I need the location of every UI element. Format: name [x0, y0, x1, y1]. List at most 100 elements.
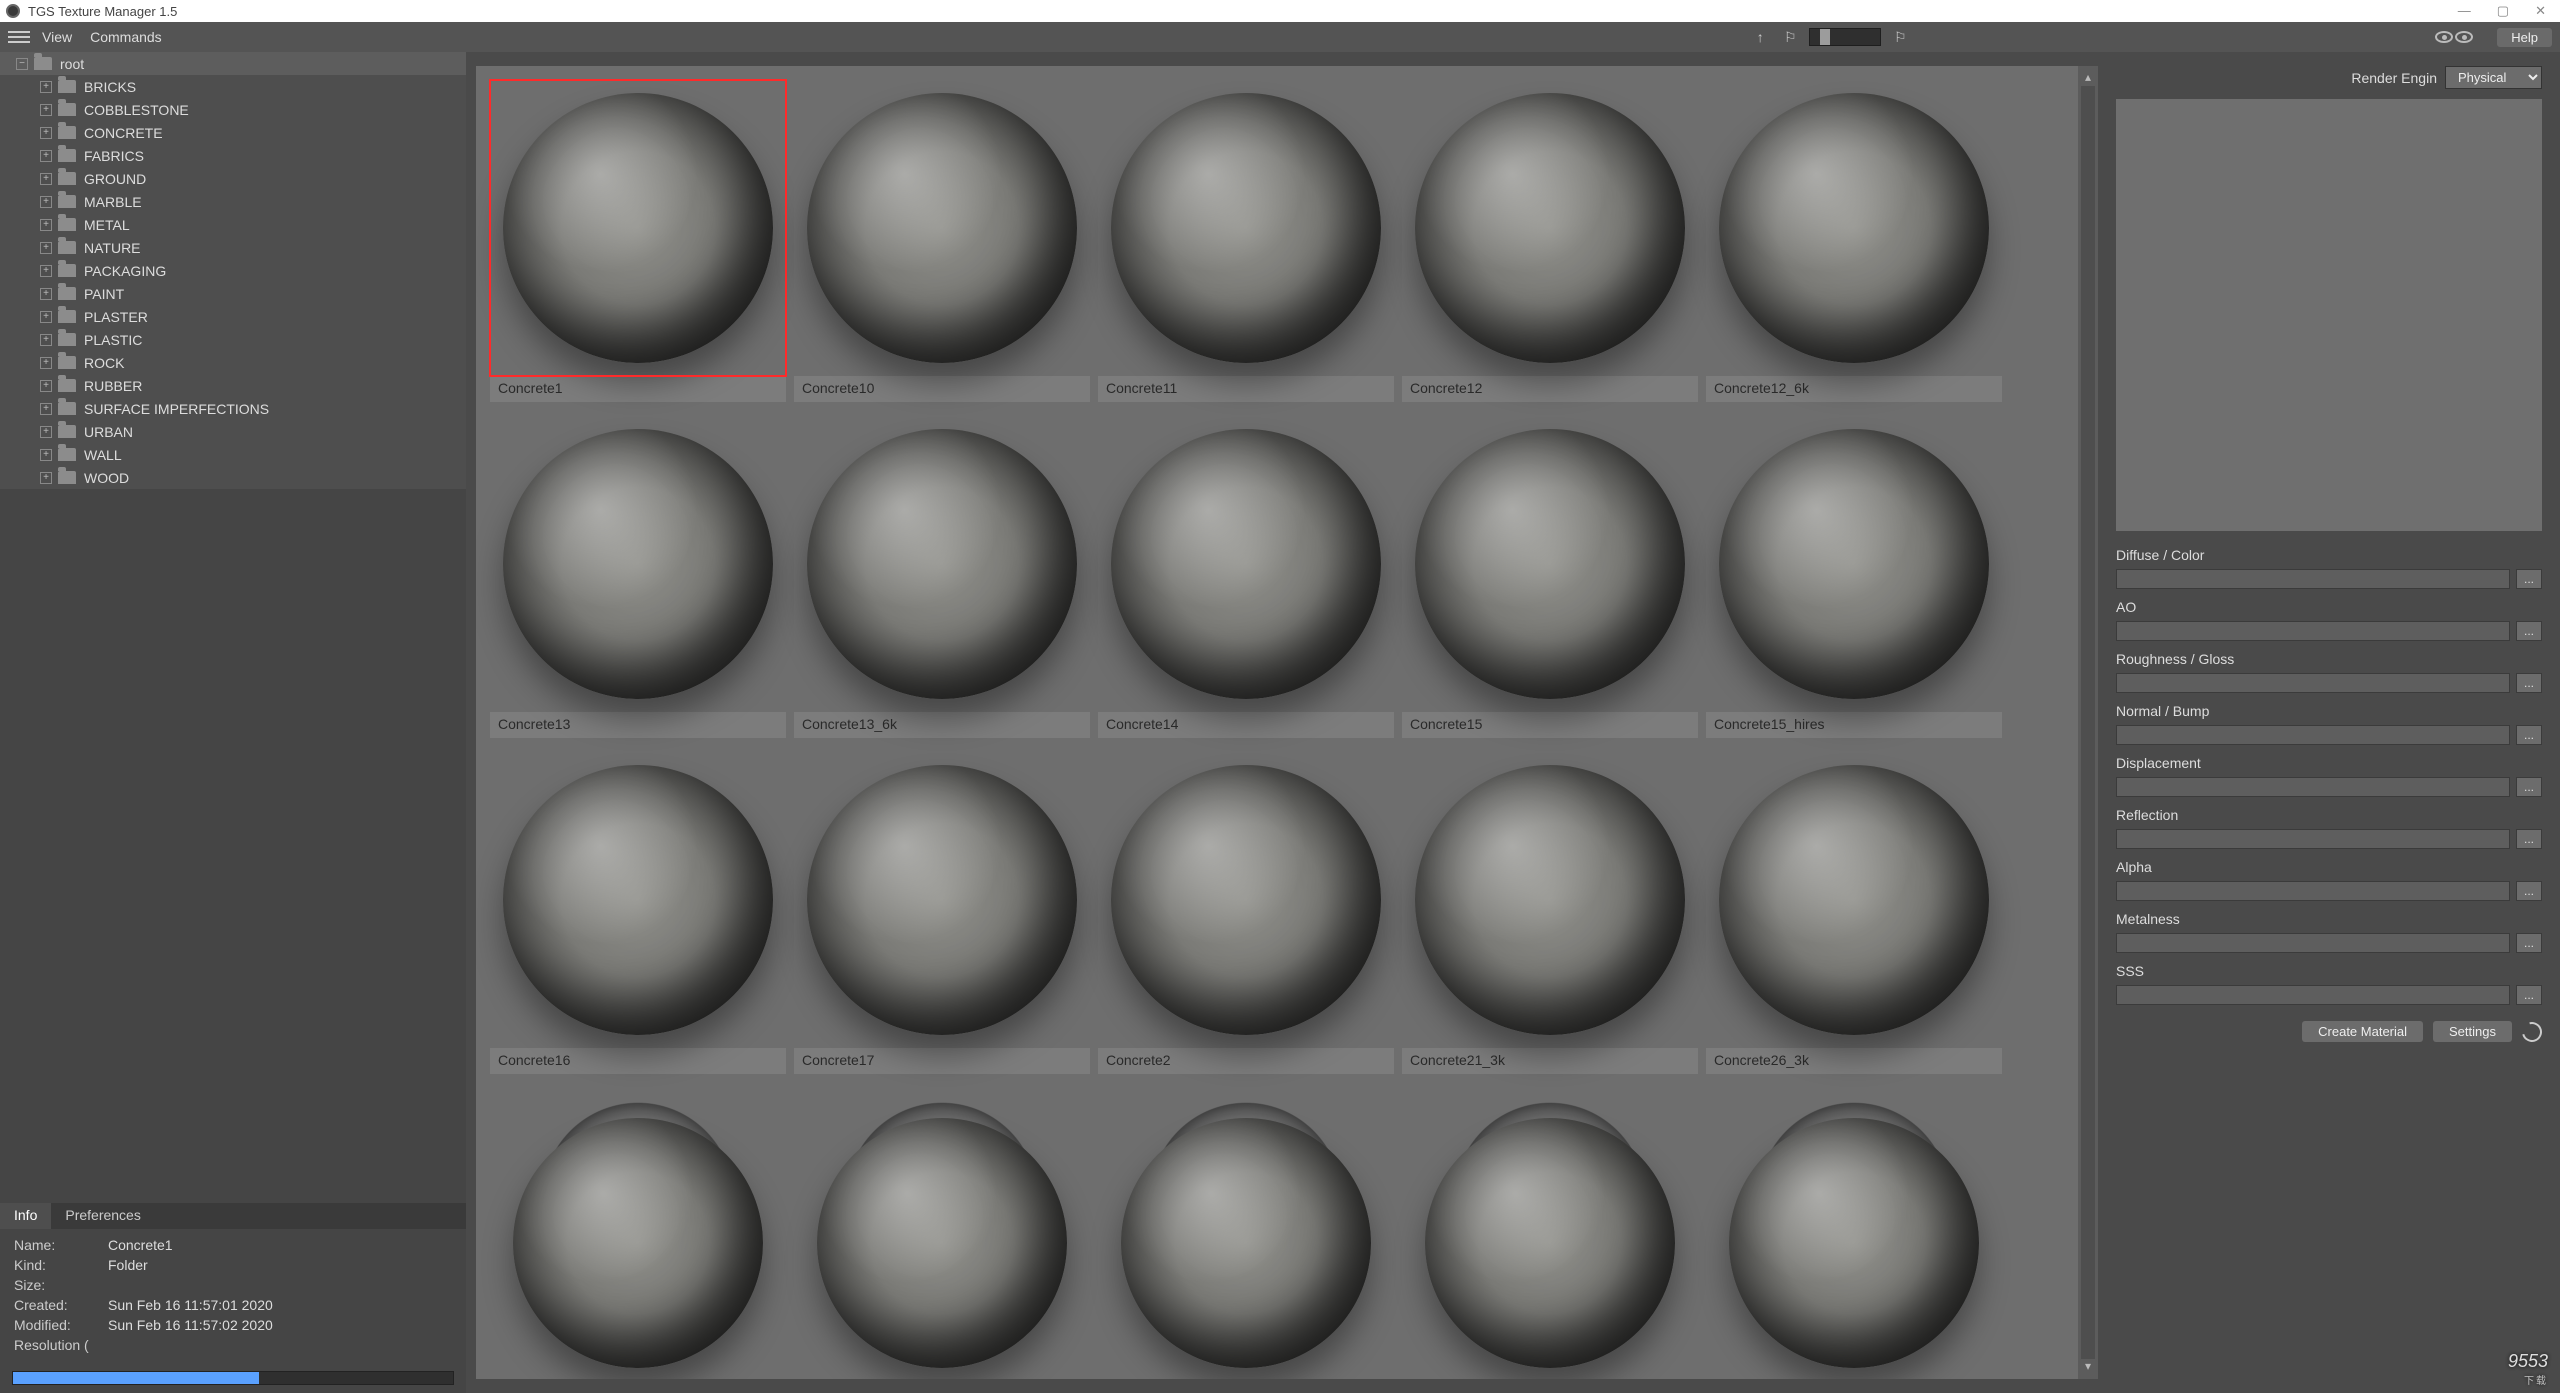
- texture-thumbnail[interactable]: [1402, 416, 1698, 712]
- expand-icon[interactable]: +: [40, 426, 52, 438]
- texture-item[interactable]: [1402, 1088, 1698, 1318]
- tree-item-rock[interactable]: +ROCK: [0, 351, 466, 374]
- channel-path-field[interactable]: [2116, 569, 2510, 589]
- channel-path-field[interactable]: [2116, 673, 2510, 693]
- channel-path-field[interactable]: [2116, 777, 2510, 797]
- texture-thumbnail[interactable]: [1402, 1088, 1698, 1318]
- texture-item[interactable]: Concrete11: [1098, 80, 1394, 402]
- texture-item[interactable]: Concrete12: [1402, 80, 1698, 402]
- texture-item[interactable]: Concrete10: [794, 80, 1090, 402]
- settings-button[interactable]: Settings: [2433, 1021, 2512, 1042]
- expand-icon[interactable]: +: [40, 449, 52, 461]
- collapse-icon[interactable]: −: [16, 58, 28, 70]
- menu-commands[interactable]: Commands: [90, 29, 162, 45]
- tree-root[interactable]: − root: [0, 52, 466, 75]
- flag-right-icon[interactable]: ⚐: [1888, 27, 1912, 47]
- texture-thumbnail[interactable]: [1098, 80, 1394, 376]
- expand-icon[interactable]: +: [40, 104, 52, 116]
- texture-item[interactable]: [794, 1088, 1090, 1318]
- texture-item[interactable]: Concrete16: [490, 752, 786, 1074]
- tree-item-paint[interactable]: +PAINT: [0, 282, 466, 305]
- tree-item-wood[interactable]: +WOOD: [0, 466, 466, 489]
- tree-item-ground[interactable]: +GROUND: [0, 167, 466, 190]
- texture-item[interactable]: Concrete1: [490, 80, 786, 402]
- tree-item-urban[interactable]: +URBAN: [0, 420, 466, 443]
- scroll-down-icon[interactable]: ▾: [2085, 1359, 2091, 1375]
- texture-thumbnail[interactable]: [794, 1088, 1090, 1318]
- channel-path-field[interactable]: [2116, 725, 2510, 745]
- expand-icon[interactable]: +: [40, 242, 52, 254]
- expand-icon[interactable]: +: [40, 265, 52, 277]
- channel-browse-button[interactable]: ...: [2516, 777, 2542, 797]
- texture-thumbnail[interactable]: [794, 80, 1090, 376]
- texture-thumbnail[interactable]: [1706, 1088, 2002, 1318]
- expand-icon[interactable]: +: [40, 127, 52, 139]
- texture-thumbnail[interactable]: [1402, 80, 1698, 376]
- tree-item-metal[interactable]: +METAL: [0, 213, 466, 236]
- tree-item-bricks[interactable]: +BRICKS: [0, 75, 466, 98]
- tree-item-cobblestone[interactable]: +COBBLESTONE: [0, 98, 466, 121]
- channel-browse-button[interactable]: ...: [2516, 569, 2542, 589]
- expand-icon[interactable]: +: [40, 472, 52, 484]
- texture-item[interactable]: Concrete2: [1098, 752, 1394, 1074]
- hamburger-icon[interactable]: [8, 31, 30, 43]
- tree-item-plastic[interactable]: +PLASTIC: [0, 328, 466, 351]
- expand-icon[interactable]: +: [40, 357, 52, 369]
- channel-browse-button[interactable]: ...: [2516, 673, 2542, 693]
- channel-path-field[interactable]: [2116, 621, 2510, 641]
- channel-browse-button[interactable]: ...: [2516, 881, 2542, 901]
- texture-thumbnail[interactable]: [794, 752, 1090, 1048]
- texture-thumbnail[interactable]: [1706, 80, 2002, 376]
- texture-thumbnail[interactable]: [794, 416, 1090, 712]
- tab-info[interactable]: Info: [0, 1203, 51, 1229]
- expand-icon[interactable]: +: [40, 196, 52, 208]
- help-button[interactable]: Help: [2497, 28, 2552, 47]
- tree-item-plaster[interactable]: +PLASTER: [0, 305, 466, 328]
- texture-thumbnail[interactable]: [490, 1088, 786, 1318]
- texture-thumbnail[interactable]: [490, 416, 786, 712]
- create-material-button[interactable]: Create Material: [2302, 1021, 2423, 1042]
- channel-browse-button[interactable]: ...: [2516, 829, 2542, 849]
- tree-item-surface-imperfections[interactable]: +SURFACE IMPERFECTIONS: [0, 397, 466, 420]
- channel-browse-button[interactable]: ...: [2516, 725, 2542, 745]
- channel-path-field[interactable]: [2116, 881, 2510, 901]
- expand-icon[interactable]: +: [40, 334, 52, 346]
- expand-icon[interactable]: +: [40, 81, 52, 93]
- texture-thumbnail[interactable]: [1402, 752, 1698, 1048]
- maximize-button[interactable]: ▢: [2497, 3, 2509, 19]
- tree-item-concrete[interactable]: +CONCRETE: [0, 121, 466, 144]
- vertical-scrollbar[interactable]: ▴ ▾: [2078, 66, 2098, 1379]
- texture-thumbnail[interactable]: [1098, 416, 1394, 712]
- minimize-button[interactable]: —: [2458, 3, 2471, 19]
- texture-item[interactable]: Concrete13_6k: [794, 416, 1090, 738]
- expand-icon[interactable]: +: [40, 150, 52, 162]
- texture-item[interactable]: Concrete14: [1098, 416, 1394, 738]
- tree-item-marble[interactable]: +MARBLE: [0, 190, 466, 213]
- tab-preferences[interactable]: Preferences: [51, 1203, 154, 1229]
- texture-item[interactable]: Concrete17: [794, 752, 1090, 1074]
- tree-item-wall[interactable]: +WALL: [0, 443, 466, 466]
- channel-path-field[interactable]: [2116, 933, 2510, 953]
- channel-browse-button[interactable]: ...: [2516, 621, 2542, 641]
- channel-path-field[interactable]: [2116, 985, 2510, 1005]
- expand-icon[interactable]: +: [40, 173, 52, 185]
- thumbnail-size-slider[interactable]: [1809, 28, 1881, 46]
- arrow-up-icon[interactable]: ↑: [1748, 27, 1772, 47]
- texture-item[interactable]: Concrete12_6k: [1706, 80, 2002, 402]
- refresh-icon[interactable]: [2518, 1018, 2545, 1045]
- texture-item[interactable]: Concrete26_3k: [1706, 752, 2002, 1074]
- expand-icon[interactable]: +: [40, 219, 52, 231]
- texture-item[interactable]: Concrete15: [1402, 416, 1698, 738]
- texture-thumbnail[interactable]: [490, 80, 786, 376]
- texture-item[interactable]: Concrete21_3k: [1402, 752, 1698, 1074]
- texture-thumbnail[interactable]: [490, 752, 786, 1048]
- texture-thumbnail[interactable]: [1706, 752, 2002, 1048]
- expand-icon[interactable]: +: [40, 311, 52, 323]
- close-button[interactable]: ✕: [2535, 3, 2546, 19]
- expand-icon[interactable]: +: [40, 380, 52, 392]
- flag-left-icon[interactable]: ⚐: [1778, 27, 1802, 47]
- texture-thumbnail[interactable]: [1706, 416, 2002, 712]
- texture-item[interactable]: [490, 1088, 786, 1318]
- texture-thumbnail[interactable]: [1098, 1088, 1394, 1318]
- texture-item[interactable]: Concrete15_hires: [1706, 416, 2002, 738]
